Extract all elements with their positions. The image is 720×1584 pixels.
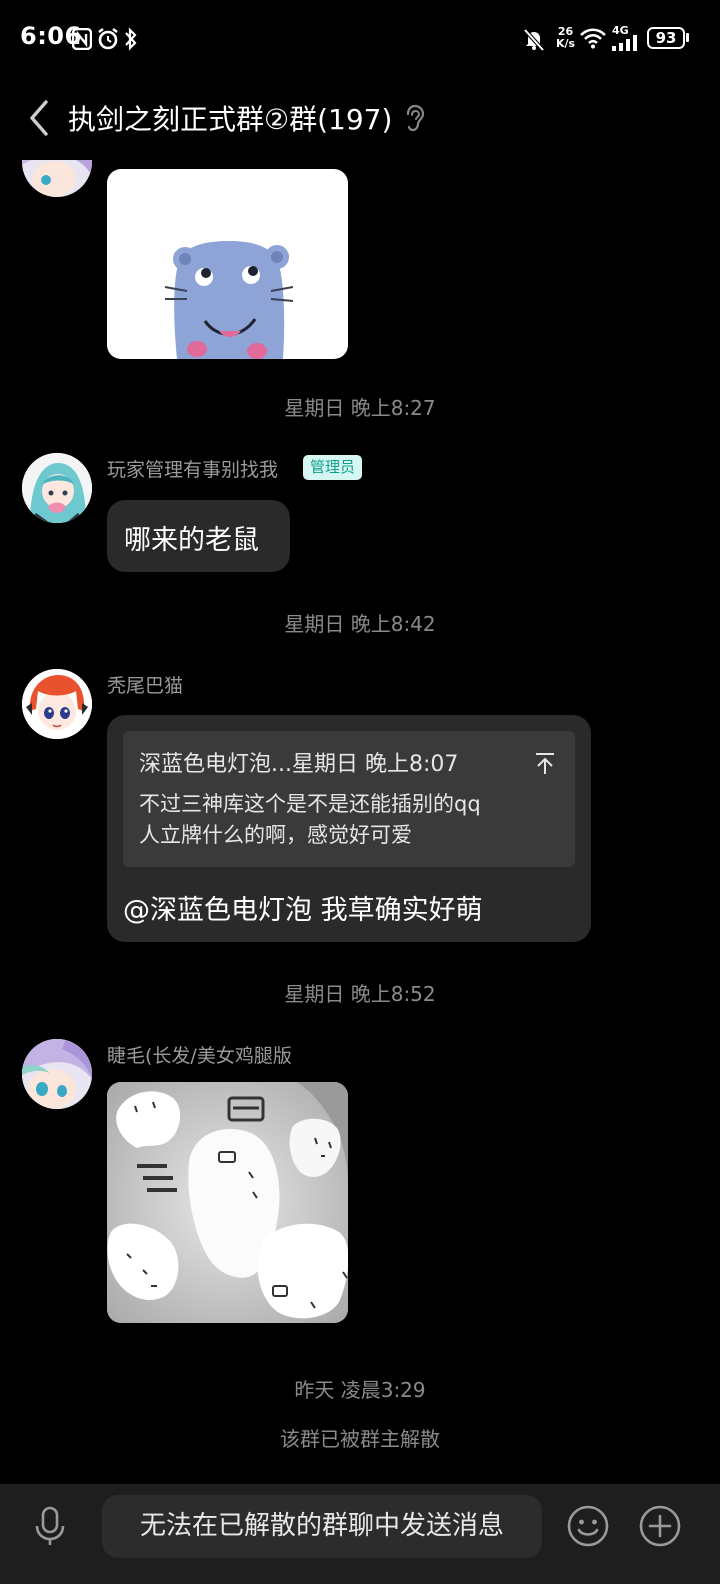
bluetooth-icon: [125, 27, 137, 51]
quoted-message[interactable]: 深蓝色电灯泡...星期日 晚上8:07 不过三神库这个是不是还能插别的qq 人立…: [123, 731, 575, 867]
avatar-clipped[interactable]: [22, 160, 92, 197]
network-speed-unit: K/s: [556, 37, 576, 50]
system-notice: 该群已被群主解散: [280, 1427, 440, 1451]
sender-name: 睫毛(长发/美女鸡腿版: [107, 1045, 292, 1067]
ear-icon[interactable]: [402, 104, 428, 132]
back-button[interactable]: [22, 96, 58, 140]
jump-to-quote-icon[interactable]: [531, 749, 559, 777]
avatar[interactable]: [22, 453, 92, 523]
chat-title: 执剑之刻正式群②群(197): [68, 103, 393, 136]
alarm-icon: [98, 28, 118, 50]
avatar[interactable]: [22, 1039, 92, 1109]
avatar[interactable]: [22, 669, 92, 739]
sender-name: 秃尾巴猫: [107, 675, 184, 697]
sticker-image-ghosts[interactable]: [107, 1082, 348, 1323]
sticker-image-mouse[interactable]: [107, 169, 348, 359]
status-bar: 6:06 26 K/s 4G 93: [0, 0, 720, 76]
admin-badge: 管理员: [303, 455, 363, 480]
microphone-icon[interactable]: [28, 1504, 72, 1548]
mute-bell-icon: [523, 28, 545, 51]
message-text: 哪来的老鼠: [124, 525, 259, 556]
timestamp: 星期日 晚上8:42: [284, 612, 436, 636]
wifi-icon: [580, 28, 606, 49]
disabled-message-input: 无法在已解散的群聊中发送消息: [102, 1495, 542, 1558]
sender-name: 玩家管理有事别找我: [107, 459, 279, 481]
cellular-signal-icon: [612, 35, 637, 51]
quoted-text-line: 不过三神库这个是不是还能插别的qq: [139, 792, 481, 816]
message-text: @深蓝色电灯泡 我草确实好萌: [123, 895, 483, 926]
quoted-source: 深蓝色电灯泡...星期日 晚上8:07: [139, 752, 459, 777]
timestamp: 昨天 凌晨3:29: [294, 1378, 426, 1402]
emoji-icon[interactable]: [566, 1504, 610, 1548]
battery-indicator: 93: [647, 27, 685, 49]
nfc-icon: [72, 28, 92, 50]
battery-tip: [686, 33, 689, 42]
input-bar: 无法在已解散的群聊中发送消息: [0, 1484, 720, 1584]
quoted-text-line: 人立牌什么的啊，感觉好可爱: [139, 823, 412, 847]
quoted-text: 不过三神库这个是不是还能插别的qq 人立牌什么的啊，感觉好可爱: [139, 789, 559, 851]
network-speed: 26 K/s: [556, 26, 575, 50]
message-bubble[interactable]: 哪来的老鼠: [107, 500, 290, 572]
plus-circle-icon[interactable]: [638, 1504, 682, 1548]
timestamp: 星期日 晚上8:52: [284, 982, 436, 1006]
timestamp: 星期日 晚上8:27: [284, 396, 436, 420]
